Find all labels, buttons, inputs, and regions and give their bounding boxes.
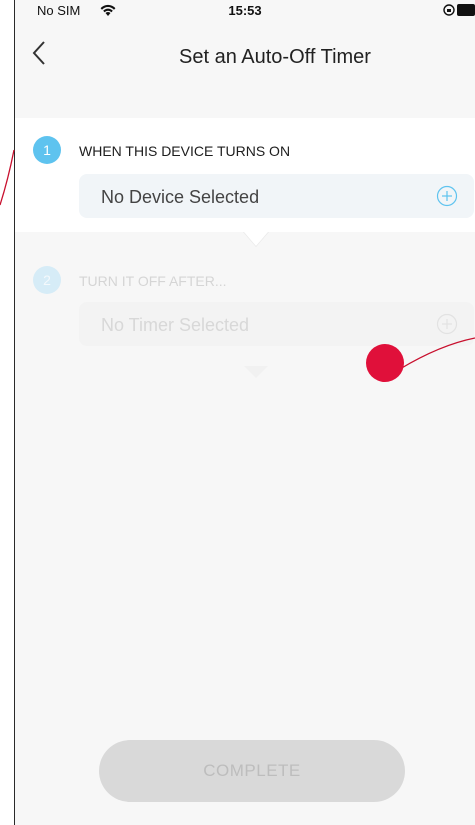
plus-circle-icon[interactable]	[436, 313, 458, 335]
plus-circle-icon[interactable]	[436, 185, 458, 207]
status-time: 15:53	[228, 3, 262, 18]
touch-indicator	[366, 344, 404, 382]
timer-selector-value: No Timer Selected	[101, 315, 250, 335]
complete-button[interactable]: COMPLETE	[99, 740, 405, 802]
device-selector[interactable]: No Device Selected	[79, 174, 474, 218]
orientation-lock-icon	[443, 4, 455, 16]
step-title: TURN IT OFF AFTER...	[79, 273, 227, 289]
status-bar: No SIM 15:53	[15, 0, 475, 22]
timer-selector[interactable]: No Timer Selected	[79, 302, 474, 346]
device-selector-value: No Device Selected	[101, 187, 260, 207]
step-device-card: 1 WHEN THIS DEVICE TURNS ON No Device Se…	[15, 118, 475, 232]
step-number-badge: 2	[33, 266, 61, 294]
page-title: Set an Auto-Off Timer	[179, 46, 371, 68]
navigation-bar: Set an Auto-Off Timer	[15, 22, 475, 88]
step-timer-card: 2 TURN IT OFF AFTER... No Timer Selected	[15, 252, 475, 366]
step-title: WHEN THIS DEVICE TURNS ON	[79, 143, 291, 159]
step-number-badge: 1	[33, 136, 61, 164]
step-connector-arrow	[244, 366, 268, 378]
app-screen: No SIM 15:53 Set an Auto-Off Timer 1 WHE…	[14, 0, 475, 825]
step-connector-arrow	[244, 232, 268, 246]
battery-icon	[457, 4, 475, 16]
